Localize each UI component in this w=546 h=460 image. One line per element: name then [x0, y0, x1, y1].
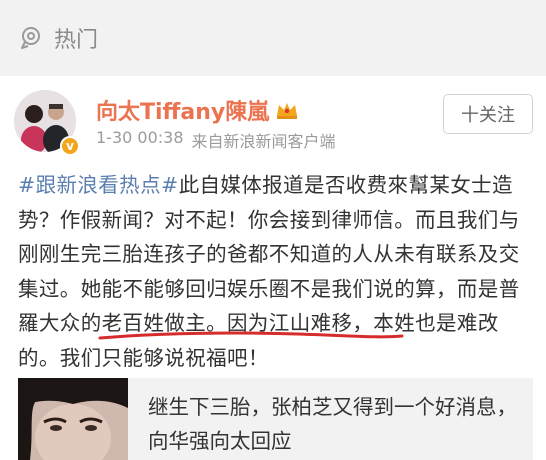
red-underline-mark	[98, 331, 404, 340]
hot-section-bar[interactable]: 热门	[0, 0, 546, 76]
weibo-post-card: v 向太Tiffany陳嵐 1-30 00:38 来自新浪新闻客户端 十关注 #…	[0, 76, 546, 460]
news-thumbnail	[18, 378, 128, 460]
post-text-underlined: 生完三胎连孩子的爸都不知道的人	[59, 242, 374, 266]
follow-button[interactable]: 十关注	[443, 94, 533, 134]
post-meta: 1-30 00:38 来自新浪新闻客户端	[96, 128, 336, 152]
username-row: 向太Tiffany陳嵐	[96, 94, 299, 126]
crown-icon	[275, 100, 299, 120]
hot-pin-icon	[16, 23, 46, 53]
news-title: 继生下三胎，张柏芝又得到一个好消息，向华强向太回应	[148, 395, 517, 453]
hot-section-label: 热门	[54, 28, 99, 53]
post-time: 1-30 00:38	[96, 128, 184, 147]
post-source: 来自新浪新闻客户端	[191, 132, 336, 151]
username[interactable]: 向太Tiffany陳嵐	[96, 94, 269, 126]
hashtag-link[interactable]: #跟新浪看热点#	[18, 173, 179, 197]
verified-v-icon: v	[60, 136, 80, 156]
news-link-card[interactable]: 继生下三胎，张柏芝又得到一个好消息，向华强向太回应	[18, 378, 533, 460]
